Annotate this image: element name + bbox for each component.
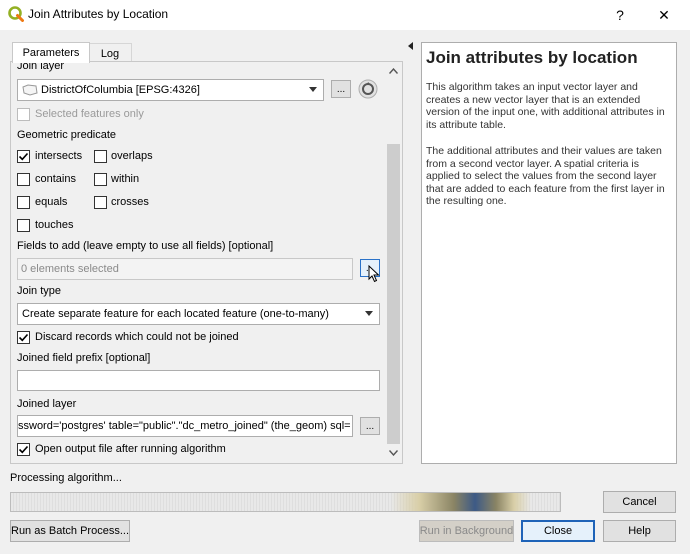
- help-panel: Join attributes by location This algorit…: [421, 42, 677, 464]
- prefix-label: Joined field prefix [optional]: [17, 352, 151, 364]
- joined-layer-value: ssword='postgres' table="public"."dc_met…: [18, 420, 351, 432]
- join-layer-combo[interactable]: DistrictOfColumbia [EPSG:4326]: [17, 79, 324, 101]
- join-layer-value: DistrictOfColumbia [EPSG:4326]: [41, 84, 200, 96]
- scrollbar-thumb[interactable]: [387, 144, 400, 444]
- within-label: within: [111, 173, 140, 185]
- parameters-panel: Join layer DistrictOfColumbia [EPSG:4326…: [10, 61, 403, 464]
- touches-label: touches: [35, 219, 74, 231]
- collapse-panel-icon[interactable]: [407, 42, 415, 50]
- join-type-label: Join type: [17, 285, 62, 297]
- prefix-input[interactable]: [17, 370, 380, 391]
- overlaps-label: overlaps: [111, 150, 153, 162]
- help-title: Join attributes by location: [426, 48, 638, 67]
- discard-records-checkbox[interactable]: [17, 331, 30, 344]
- join-type-value: Create separate feature for each located…: [22, 308, 329, 320]
- open-output-label: Open output file after running algorithm: [35, 443, 226, 455]
- polygon-layer-icon: [22, 84, 38, 96]
- touches-checkbox[interactable]: [17, 219, 30, 232]
- joined-layer-label: Joined layer: [17, 398, 77, 410]
- tab-parameters[interactable]: Parameters: [12, 42, 90, 63]
- scroll-down-icon[interactable]: [385, 445, 402, 461]
- join-layer-browse-button[interactable]: ...: [331, 80, 351, 98]
- chevron-down-icon: [365, 311, 373, 316]
- joined-layer-input[interactable]: ssword='postgres' table="public"."dc_met…: [17, 415, 353, 437]
- iterate-icon[interactable]: [358, 79, 378, 99]
- fields-value: 0 elements selected: [21, 263, 119, 275]
- qgis-logo-icon: [8, 6, 24, 22]
- cancel-button[interactable]: Cancel: [603, 491, 676, 513]
- progress-busy-indicator: [391, 493, 531, 511]
- equals-label: equals: [35, 196, 68, 208]
- checkmark-icon: [18, 152, 29, 161]
- contains-label: contains: [35, 173, 76, 185]
- geometric-predicate-label: Geometric predicate: [17, 129, 117, 141]
- crosses-label: crosses: [111, 196, 149, 208]
- joined-layer-browse-button[interactable]: ...: [360, 417, 380, 435]
- help-button[interactable]: Help: [603, 520, 676, 542]
- overlaps-checkbox[interactable]: [94, 150, 107, 163]
- window-title: Join Attributes by Location: [28, 7, 169, 21]
- progress-label: Processing algorithm...: [10, 472, 122, 484]
- crosses-checkbox[interactable]: [94, 196, 107, 209]
- selected-features-checkbox[interactable]: [17, 108, 30, 121]
- contains-checkbox[interactable]: [17, 173, 30, 186]
- intersects-checkbox[interactable]: [17, 150, 30, 163]
- close-button[interactable]: Close: [521, 520, 595, 542]
- fields-label: Fields to add (leave empty to use all fi…: [17, 240, 274, 252]
- intersects-label: intersects: [35, 150, 83, 162]
- within-checkbox[interactable]: [94, 173, 107, 186]
- open-output-checkbox[interactable]: [17, 443, 30, 456]
- help-title-button[interactable]: ?: [598, 0, 642, 30]
- close-window-button[interactable]: ✕: [642, 0, 686, 30]
- run-batch-button[interactable]: Run as Batch Process...: [10, 520, 130, 542]
- selected-features-label: Selected features only: [35, 108, 144, 120]
- mouse-cursor-icon: [368, 265, 380, 283]
- help-paragraph-1: This algorithm takes an input vector lay…: [426, 81, 665, 131]
- progress-bar: [10, 492, 561, 512]
- help-paragraph-2: The additional attributes and their valu…: [426, 145, 665, 208]
- scroll-up-icon[interactable]: [385, 63, 402, 79]
- run-background-button[interactable]: Run in Background: [419, 520, 514, 542]
- tab-log[interactable]: Log: [88, 43, 132, 63]
- equals-checkbox[interactable]: [17, 196, 30, 209]
- fields-input[interactable]: 0 elements selected: [17, 258, 353, 280]
- discard-records-label: Discard records which could not be joine…: [35, 331, 239, 343]
- chevron-down-icon: [309, 87, 317, 92]
- checkmark-icon: [18, 445, 29, 454]
- join-type-combo[interactable]: Create separate feature for each located…: [17, 303, 380, 325]
- checkmark-icon: [18, 333, 29, 342]
